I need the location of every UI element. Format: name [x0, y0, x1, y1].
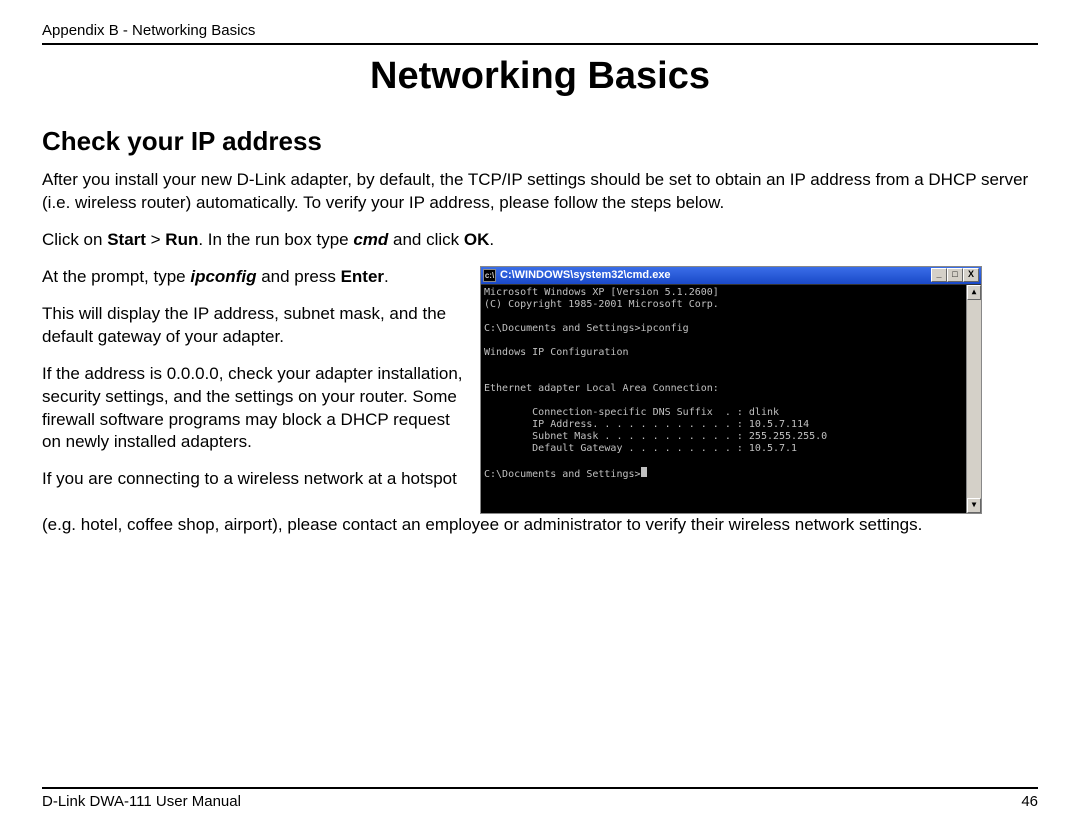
close-button[interactable]: X [963, 268, 979, 282]
step1-end: . [489, 230, 494, 249]
step1-start: Start [107, 230, 146, 249]
cmd-title-text: C:\WINDOWS\system32\cmd.exe [500, 269, 931, 281]
step2-mid: and press [256, 267, 340, 286]
cmd-body-wrap: Microsoft Windows XP [Version 5.1.2600] … [481, 285, 981, 513]
header-rule [42, 43, 1038, 45]
content-row: At the prompt, type ipconfig and press E… [42, 266, 1038, 514]
para-4: If the address is 0.0.0.0, check your ad… [42, 363, 472, 455]
step1-gt: > [146, 230, 165, 249]
para-3: This will display the IP address, subnet… [42, 303, 472, 349]
cmd-cursor [641, 467, 647, 477]
cmd-icon: c:\ [483, 269, 496, 282]
cmd-window: c:\ C:\WINDOWS\system32\cmd.exe _ □ X Mi… [480, 266, 982, 514]
step-1: Click on Start > Run. In the run box typ… [42, 229, 1038, 252]
left-column: At the prompt, type ipconfig and press E… [42, 266, 472, 492]
cmd-titlebar[interactable]: c:\ C:\WINDOWS\system32\cmd.exe _ □ X [481, 267, 981, 285]
para-5a: If you are connecting to a wireless netw… [42, 468, 472, 491]
cmd-output[interactable]: Microsoft Windows XP [Version 5.1.2600] … [481, 285, 966, 513]
footer-manual-name: D-Link DWA-111 User Manual [42, 793, 241, 810]
page-header-label: Appendix B - Networking Basics [42, 22, 1038, 39]
right-column: c:\ C:\WINDOWS\system32\cmd.exe _ □ X Mi… [480, 266, 1038, 514]
scroll-down-button[interactable]: ▼ [967, 498, 981, 513]
step2-ipconfig: ipconfig [190, 267, 256, 286]
step2-enter: Enter [341, 267, 384, 286]
step1-ok: OK [464, 230, 490, 249]
step1-cmd: cmd [353, 230, 388, 249]
step-2: At the prompt, type ipconfig and press E… [42, 266, 472, 289]
minimize-button[interactable]: _ [931, 268, 947, 282]
scroll-track[interactable] [967, 300, 981, 498]
para-5b: (e.g. hotel, coffee shop, airport), plea… [42, 514, 1038, 537]
scrollbar[interactable]: ▲ ▼ [966, 285, 981, 513]
footer-page-number: 46 [1021, 793, 1038, 810]
step1-mid1: . In the run box type [198, 230, 353, 249]
step1-run: Run [165, 230, 198, 249]
window-buttons: _ □ X [931, 268, 979, 282]
page-footer: D-Link DWA-111 User Manual 46 [42, 787, 1038, 810]
page-title: Networking Basics [42, 55, 1038, 98]
cmd-text: Microsoft Windows XP [Version 5.1.2600] … [484, 287, 827, 480]
step1-mid2: and click [388, 230, 464, 249]
scroll-up-button[interactable]: ▲ [967, 285, 981, 300]
step2-before: At the prompt, type [42, 267, 190, 286]
step1-text-before: Click on [42, 230, 107, 249]
intro-paragraph: After you install your new D-Link adapte… [42, 169, 1038, 215]
footer-rule [42, 787, 1038, 789]
step2-end: . [384, 267, 389, 286]
maximize-button[interactable]: □ [947, 268, 963, 282]
section-title: Check your IP address [42, 126, 1038, 157]
